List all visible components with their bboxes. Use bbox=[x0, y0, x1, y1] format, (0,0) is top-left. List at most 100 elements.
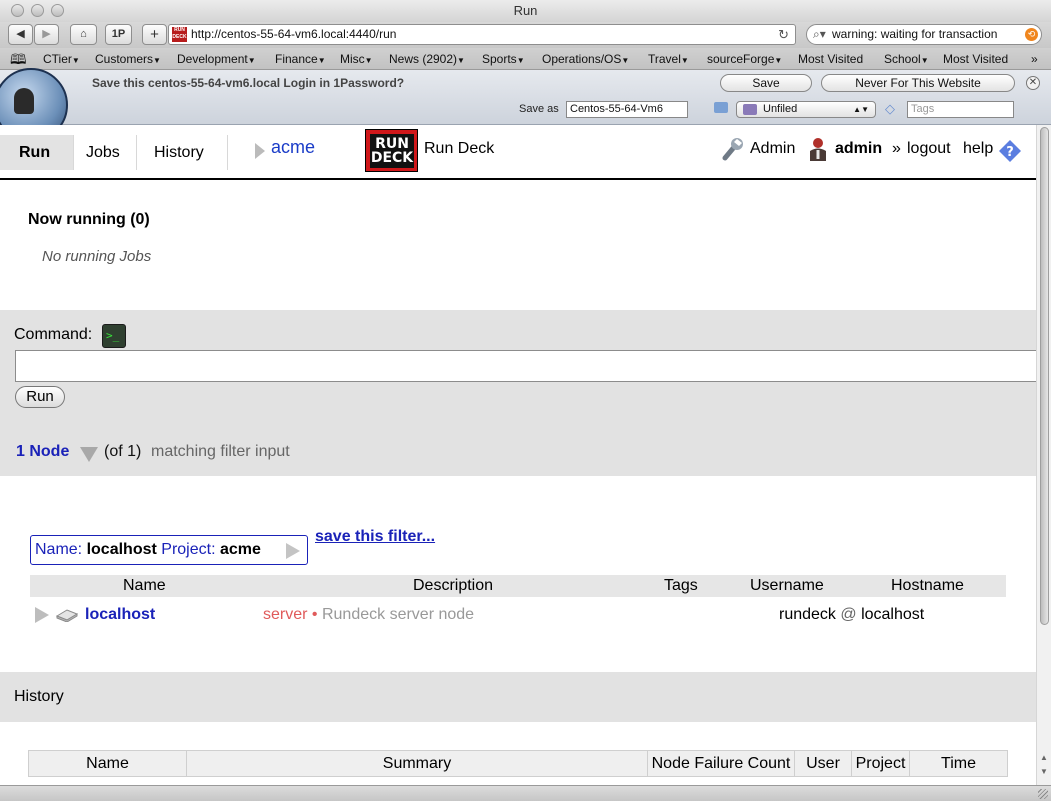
scroll-down-icon[interactable]: ▼ bbox=[1040, 767, 1048, 776]
nodes-table-header: Name Description Tags Username Hostname bbox=[30, 575, 1006, 597]
node-tag: server bbox=[263, 606, 308, 623]
column-header: Project bbox=[852, 751, 910, 776]
no-running-jobs-text: No running Jobs bbox=[42, 248, 152, 265]
minimize-window-button[interactable] bbox=[31, 4, 44, 17]
filter-expand-icon[interactable] bbox=[286, 543, 300, 559]
folder-select-value: Unfiled bbox=[763, 103, 798, 115]
column-header: Name bbox=[29, 751, 187, 776]
bookmarks-overflow-icon[interactable]: » bbox=[1031, 48, 1038, 69]
bookmark-news[interactable]: News (2902)▼ bbox=[389, 48, 465, 69]
at-sign: @ bbox=[840, 606, 857, 623]
scroll-up-icon[interactable]: ▲ bbox=[1040, 753, 1048, 762]
rundeck-logo[interactable]: RUN DECK bbox=[365, 129, 418, 172]
expand-row-icon[interactable] bbox=[35, 607, 49, 623]
node-count-link[interactable]: 1 Node bbox=[16, 443, 69, 461]
onepassword-button[interactable]: 1P bbox=[105, 24, 132, 45]
logout-link[interactable]: logout bbox=[907, 140, 951, 158]
zoom-window-button[interactable] bbox=[51, 4, 64, 17]
search-icon: ⌕▾ bbox=[813, 27, 826, 41]
tags-field[interactable]: Tags bbox=[907, 101, 1014, 118]
home-button[interactable]: ⌂ bbox=[70, 24, 97, 45]
reload-icon[interactable]: ↻ bbox=[778, 25, 789, 44]
forward-button[interactable]: ▶ bbox=[34, 24, 59, 45]
resize-grip-icon[interactable] bbox=[1038, 789, 1048, 799]
project-name[interactable]: acme bbox=[271, 137, 315, 158]
forward-arrow-icon: ▶ bbox=[42, 28, 51, 40]
save-filter-link[interactable]: save this filter... bbox=[315, 528, 435, 546]
home-icon: ⌂ bbox=[80, 28, 87, 40]
node-name-link[interactable]: localhost bbox=[85, 603, 155, 627]
folder-select[interactable]: Unfiled ▲▼ bbox=[736, 101, 876, 118]
history-title: History bbox=[14, 688, 64, 705]
onepassword-message: Save this centos-55-64-vm6.local Login i… bbox=[92, 76, 405, 90]
bookmark-most-visited[interactable]: Most Visited bbox=[798, 48, 863, 69]
bookmarks-book-icon[interactable]: 🕮 bbox=[10, 48, 27, 69]
bookmark-travel[interactable]: Travel▼ bbox=[648, 48, 689, 69]
bookmark-operations[interactable]: Operations/OS▼ bbox=[542, 48, 629, 69]
breadcrumb-separator: » bbox=[892, 140, 901, 157]
vault-icon bbox=[743, 104, 757, 115]
add-bookmark-button[interactable]: + bbox=[142, 24, 167, 45]
app-header: Run Jobs History acme RUN DECK Run Deck … bbox=[0, 125, 1036, 180]
command-input[interactable] bbox=[15, 350, 1036, 382]
bookmarks-bar: 🕮 CTier▼ Customers▼ Development▼ Finance… bbox=[0, 48, 1051, 70]
app-name[interactable]: Run Deck bbox=[424, 140, 494, 158]
chevron-updown-icon: ▲▼ bbox=[853, 105, 869, 114]
tab-history[interactable]: History bbox=[154, 135, 204, 170]
now-running-title: Now running (0) bbox=[28, 211, 150, 228]
wrench-icon[interactable] bbox=[722, 137, 744, 161]
column-header: Summary bbox=[187, 751, 648, 776]
table-row: localhost server • Rundeck server node r… bbox=[30, 603, 1006, 627]
bookmark-sports[interactable]: Sports▼ bbox=[482, 48, 525, 69]
bookmark-ctier[interactable]: CTier▼ bbox=[43, 48, 80, 69]
matching-filter-text: matching filter input bbox=[151, 443, 290, 460]
node-description-text: Rundeck server node bbox=[321, 606, 475, 623]
search-go-icon[interactable]: ⟲ bbox=[1025, 28, 1038, 41]
node-hostname: localhost bbox=[861, 606, 925, 623]
window-title: Run bbox=[513, 3, 538, 18]
expand-filter-icon[interactable] bbox=[80, 447, 98, 462]
column-header: Tags bbox=[664, 577, 698, 594]
server-icon bbox=[55, 609, 79, 622]
close-icon[interactable]: ✕ bbox=[1026, 76, 1040, 90]
tab-run[interactable]: Run bbox=[0, 135, 73, 170]
bookmark-customers[interactable]: Customers▼ bbox=[95, 48, 161, 69]
onepassword-never-button[interactable]: Never For This Website bbox=[821, 74, 1015, 92]
admin-link[interactable]: Admin bbox=[750, 140, 795, 158]
bookmark-misc[interactable]: Misc▼ bbox=[340, 48, 373, 69]
bookmark-sourceforge[interactable]: sourceForge▼ bbox=[707, 48, 782, 69]
column-header: User bbox=[795, 751, 852, 776]
node-filter[interactable]: Name: localhost Project: acme bbox=[30, 535, 308, 565]
column-header: Username bbox=[750, 577, 824, 594]
command-label: Command: bbox=[14, 326, 93, 343]
search-field[interactable]: ⌕▾ warning: waiting for transaction ⟲ bbox=[806, 24, 1042, 45]
tab-jobs[interactable]: Jobs bbox=[86, 135, 120, 170]
back-button[interactable]: ◀ bbox=[8, 24, 33, 45]
vertical-scrollbar[interactable]: ▲ ▼ bbox=[1036, 125, 1051, 785]
help-icon[interactable]: ? bbox=[998, 139, 1022, 163]
user-name[interactable]: admin bbox=[835, 140, 882, 158]
tag-icon: ◇ bbox=[885, 101, 895, 116]
project-arrow-icon[interactable] bbox=[255, 143, 265, 159]
bullet: • bbox=[311, 606, 318, 623]
node-description: server • Rundeck server node bbox=[263, 603, 474, 627]
user-icon bbox=[810, 138, 826, 161]
help-link[interactable]: help bbox=[963, 140, 993, 158]
bookmark-development[interactable]: Development▼ bbox=[177, 48, 256, 69]
bookmark-school[interactable]: School▼ bbox=[884, 48, 929, 69]
scrollbar-thumb[interactable] bbox=[1040, 127, 1049, 625]
bookmark-finance[interactable]: Finance▼ bbox=[275, 48, 326, 69]
save-as-field[interactable]: Centos-55-64-Vm6 bbox=[566, 101, 688, 118]
column-header: Name bbox=[123, 577, 166, 594]
svg-text:?: ? bbox=[1006, 145, 1014, 160]
history-section: History bbox=[0, 672, 1036, 722]
bookmark-most-visited-2[interactable]: Most Visited bbox=[943, 48, 1008, 69]
command-section: Command: >_ Run 1 Node (of 1) matching f… bbox=[0, 310, 1036, 476]
run-button[interactable]: Run bbox=[15, 386, 65, 408]
filter-name-key: Name: bbox=[35, 541, 83, 558]
folder-icon bbox=[714, 102, 728, 113]
node-total: (of 1) bbox=[104, 443, 142, 460]
close-window-button[interactable] bbox=[11, 4, 24, 17]
onepassword-save-button[interactable]: Save bbox=[720, 74, 812, 92]
address-bar[interactable]: RUN DECK http://centos-55-64-vm6.local:44… bbox=[168, 24, 796, 45]
